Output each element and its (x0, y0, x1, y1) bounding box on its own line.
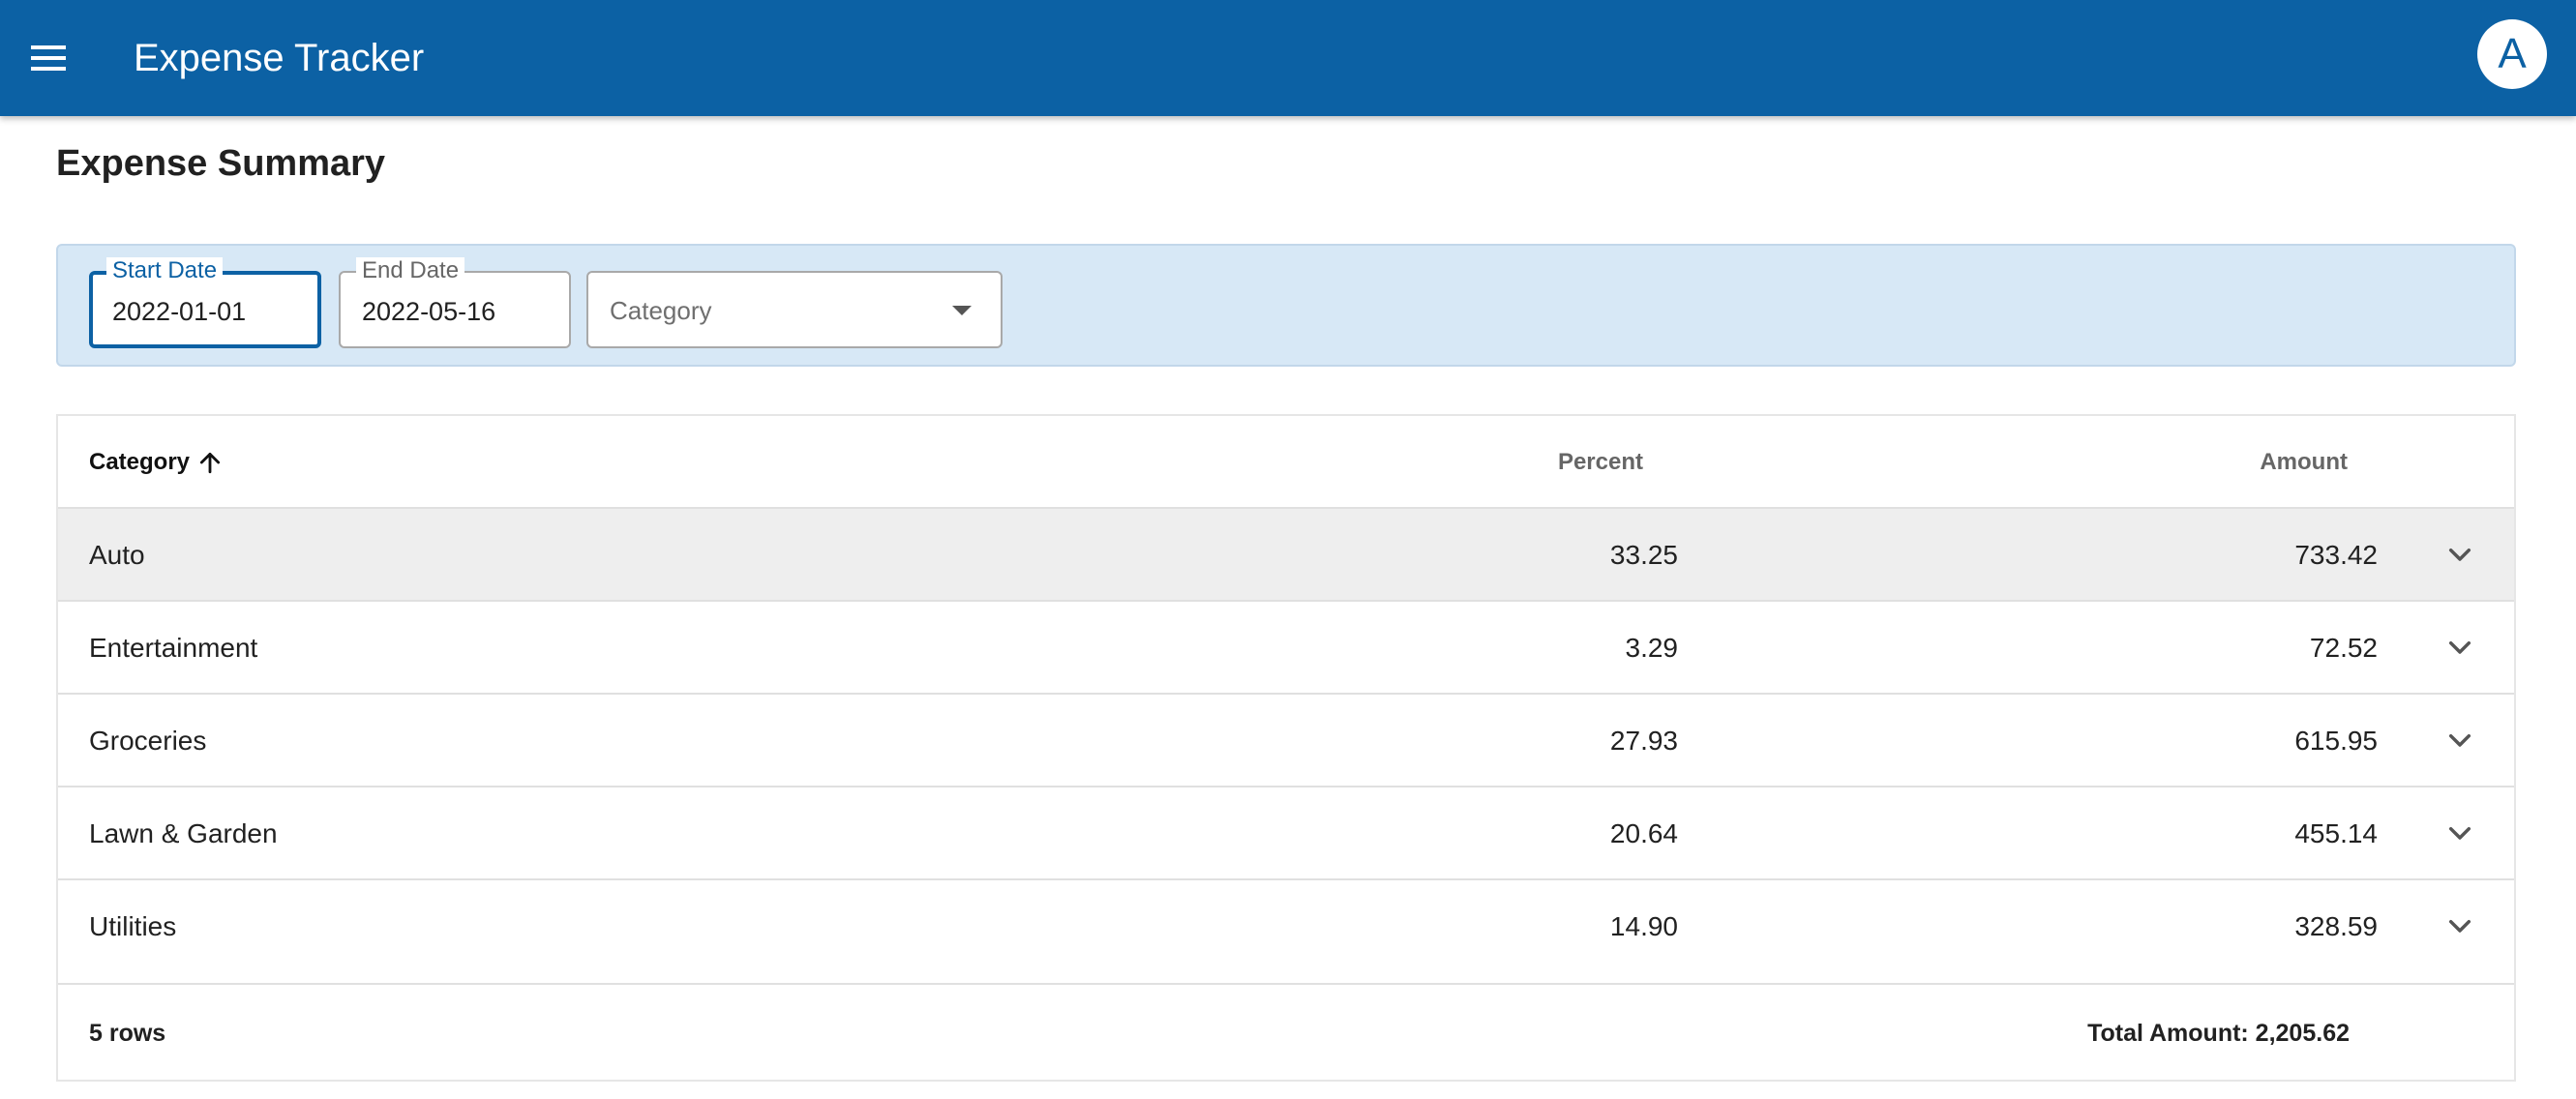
total-amount: Total Amount: 2,205.62 (2087, 1020, 2350, 1047)
filter-bar: Start Date End Date Category (56, 244, 2516, 367)
caret-down-icon (952, 306, 972, 315)
table-header: Category Percent Amount (58, 416, 2514, 509)
row-percent: 27.93 (1609, 726, 1678, 756)
chevron-down-icon[interactable] (2444, 818, 2475, 849)
row-category: Groceries (89, 726, 207, 756)
row-amount: 615.95 (2294, 726, 2378, 756)
end-date-label: End Date (356, 257, 465, 284)
row-category: Utilities (89, 911, 177, 941)
category-select-placeholder: Category (610, 296, 712, 325)
column-header-percent[interactable]: Percent (1558, 449, 1643, 476)
row-category: Lawn & Garden (89, 818, 278, 848)
end-date-input[interactable] (362, 294, 546, 329)
chevron-down-icon[interactable] (2444, 726, 2475, 757)
table-row[interactable]: Groceries 27.93 615.95 (58, 695, 2514, 787)
row-percent: 3.29 (1625, 633, 1679, 663)
chevron-down-icon[interactable] (2444, 633, 2475, 664)
row-percent: 20.64 (1609, 818, 1678, 848)
app-title: Expense Tracker (134, 37, 425, 79)
menu-icon (31, 45, 66, 71)
row-category: Entertainment (89, 633, 258, 663)
row-category: Auto (89, 540, 145, 570)
column-header-category-label: Category (89, 449, 191, 475)
row-count: 5 rows (89, 1020, 166, 1047)
row-amount: 455.14 (2294, 818, 2378, 848)
table-footer: 5 rows Total Amount: 2,205.62 (58, 985, 2514, 1082)
row-percent: 33.25 (1609, 540, 1678, 570)
expense-table: Category Percent Amount Auto 33.25 733.4… (56, 414, 2516, 1082)
row-amount: 733.42 (2294, 540, 2378, 570)
table-row[interactable]: Lawn & Garden 20.64 455.14 (58, 787, 2514, 880)
row-percent: 14.90 (1609, 911, 1678, 941)
row-amount: 72.52 (2309, 633, 2378, 663)
chevron-down-icon[interactable] (2444, 540, 2475, 571)
page-title: Expense Summary (56, 143, 386, 184)
start-date-input[interactable] (112, 294, 296, 329)
column-header-amount[interactable]: Amount (2260, 449, 2348, 476)
table-row[interactable]: Utilities 14.90 328.59 (58, 880, 2514, 985)
table-row[interactable]: Entertainment 3.29 72.52 (58, 602, 2514, 695)
arrow-up-icon (199, 452, 221, 474)
start-date-field[interactable]: Start Date (89, 257, 321, 348)
chevron-down-icon[interactable] (2444, 911, 2475, 942)
column-header-category[interactable]: Category (89, 449, 223, 476)
avatar[interactable]: A (2477, 19, 2547, 89)
table-row[interactable]: Auto 33.25 733.42 (58, 509, 2514, 602)
row-amount: 328.59 (2294, 911, 2378, 941)
category-select[interactable]: Category (586, 271, 1003, 348)
end-date-field[interactable]: End Date (339, 257, 571, 348)
menu-button[interactable] (19, 29, 77, 87)
app-bar: Expense Tracker A (0, 0, 2576, 116)
start-date-label: Start Date (106, 257, 224, 284)
